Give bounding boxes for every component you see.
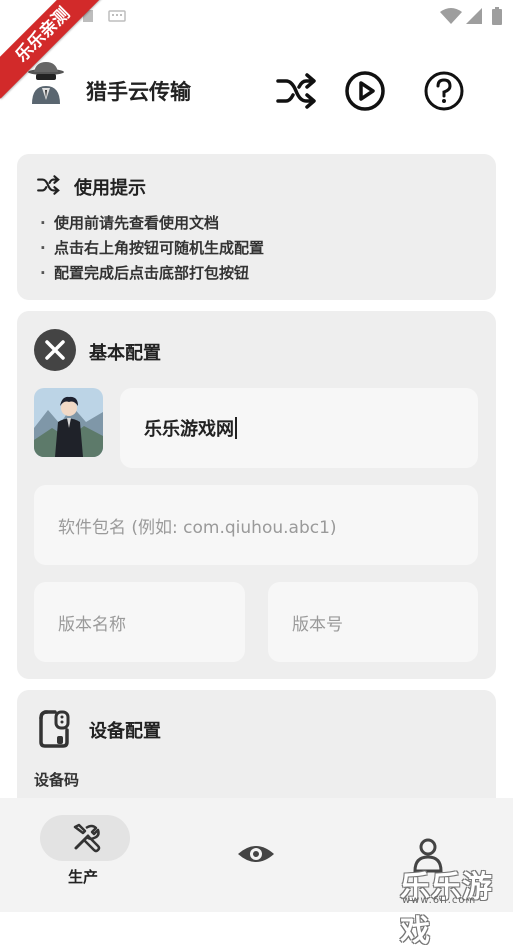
app-name-value: 乐乐游戏网: [144, 419, 234, 440]
watermark-logo: 乐乐游戏: [400, 870, 493, 949]
device-config-title: 设备配置: [89, 721, 161, 742]
version-name-input[interactable]: 版本名称: [34, 582, 245, 662]
tip-text: 配置完成后点击底部打包按钮: [54, 264, 250, 282]
app-title: 猎手云传输: [86, 80, 191, 104]
device-code-label: 设备码: [34, 771, 80, 789]
nav-item-preview[interactable]: [236, 836, 276, 872]
collapse-basic-button[interactable]: [34, 329, 76, 371]
text-caret: [235, 417, 237, 439]
tools-icon: [73, 823, 101, 853]
app-name-input[interactable]: 乐乐游戏网: [120, 388, 478, 468]
shuffle-button[interactable]: [272, 67, 320, 115]
package-name-input[interactable]: 软件包名 (例如: com.qiuhou.abc1): [34, 485, 478, 565]
eye-icon: [238, 846, 274, 862]
keyboard-icon: [108, 10, 126, 22]
tip-line: · 点击右上角按钮可随机生成配置: [40, 239, 265, 257]
signal-icon: [466, 8, 482, 24]
tip-line: · 使用前请先查看使用文档: [40, 214, 220, 232]
battery-icon: [492, 7, 502, 25]
version-name-placeholder: 版本名称: [58, 614, 126, 635]
watermark-url: www.6ll.com: [402, 895, 477, 906]
tips-shuffle-icon: [37, 175, 60, 195]
tip-text: 点击右上角按钮可随机生成配置: [54, 239, 265, 257]
tip-line: · 配置完成后点击底部打包按钮: [40, 264, 250, 282]
app-icon-picker[interactable]: [34, 388, 103, 457]
device-icon: [39, 710, 70, 748]
play-button[interactable]: [341, 67, 389, 115]
version-code-input[interactable]: 版本号: [268, 582, 478, 662]
package-name-placeholder: 软件包名 (例如: com.qiuhou.abc1): [58, 517, 337, 538]
help-circle-icon: [424, 71, 464, 111]
tip-text: 使用前请先查看使用文档: [54, 214, 220, 232]
wifi-icon: [440, 8, 462, 24]
close-circle-icon: [34, 329, 76, 371]
play-circle-icon: [345, 71, 385, 111]
basic-config-title: 基本配置: [89, 343, 161, 364]
nav-produce-label: 生产: [68, 868, 99, 886]
app-icon-image: [34, 388, 103, 457]
version-code-placeholder: 版本号: [292, 614, 343, 635]
tips-title: 使用提示: [74, 178, 146, 199]
shuffle-icon: [276, 73, 316, 109]
help-button[interactable]: [420, 67, 468, 115]
